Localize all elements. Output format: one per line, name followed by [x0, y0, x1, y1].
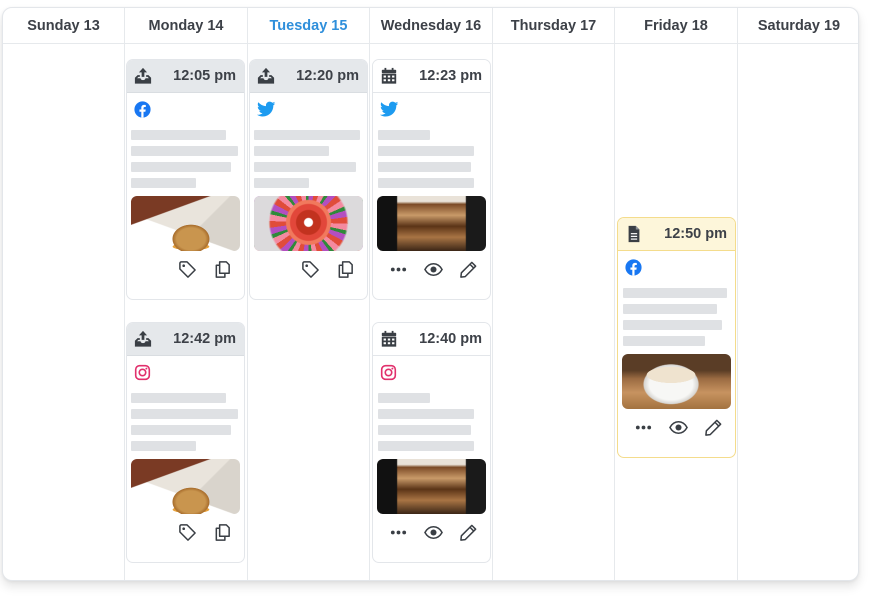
edit-pencil-icon[interactable]: [704, 418, 723, 437]
latte-photo[interactable]: [622, 354, 731, 409]
facebook-icon: [134, 101, 151, 118]
post-card-header: 12:42 pm: [127, 323, 244, 356]
post-card-published[interactable]: 12:05 pm: [126, 59, 245, 300]
day-header: Thursday 17: [493, 8, 614, 44]
post-card-header: 12:23 pm: [373, 60, 490, 93]
tag-icon[interactable]: [178, 260, 197, 279]
twitter-icon: [257, 101, 276, 118]
day-column-sunday[interactable]: Sunday 13: [3, 8, 125, 580]
tag-icon[interactable]: [178, 523, 197, 542]
day-header: Wednesday 16: [370, 8, 492, 44]
calendar-icon: [380, 330, 398, 348]
post-text-placeholder: [131, 130, 240, 188]
facebook-icon: [625, 259, 642, 276]
day-column-thursday[interactable]: Thursday 17: [493, 8, 615, 580]
more-options-icon[interactable]: [389, 260, 408, 279]
post-text-placeholder: [622, 288, 731, 346]
tag-icon[interactable]: [301, 260, 320, 279]
post-time: 12:05 pm: [173, 68, 236, 84]
edit-pencil-icon[interactable]: [459, 260, 478, 279]
day-column-saturday[interactable]: Saturday 19: [738, 8, 858, 580]
instagram-icon: [380, 364, 397, 381]
post-card-header: 12:20 pm: [250, 60, 367, 93]
post-time: 12:40 pm: [419, 331, 482, 347]
twitter-icon: [380, 101, 399, 118]
post-time: 12:42 pm: [173, 331, 236, 347]
iced-coffee-photo[interactable]: [377, 459, 486, 514]
post-card-published[interactable]: 12:42 pm: [126, 322, 245, 563]
post-card-header: 12:40 pm: [373, 323, 490, 356]
sandwich-photo[interactable]: [131, 459, 240, 514]
calendar-icon: [380, 67, 398, 85]
post-card-header: 12:05 pm: [127, 60, 244, 93]
preview-eye-icon[interactable]: [424, 260, 443, 279]
smoothie-photo[interactable]: [254, 196, 363, 251]
document-icon: [625, 225, 643, 243]
preview-eye-icon[interactable]: [669, 418, 688, 437]
preview-eye-icon[interactable]: [424, 523, 443, 542]
day-header-today: Tuesday 15: [248, 8, 369, 44]
post-text-placeholder: [377, 130, 486, 188]
post-card-header: 12:50 pm: [618, 218, 735, 251]
post-text-placeholder: [377, 393, 486, 451]
more-options-icon[interactable]: [389, 523, 408, 542]
duplicate-icon[interactable]: [213, 260, 232, 279]
post-time: 12:20 pm: [296, 68, 359, 84]
upload-tray-icon: [257, 67, 275, 85]
day-header: Friday 18: [615, 8, 737, 44]
upload-tray-icon: [134, 330, 152, 348]
duplicate-icon[interactable]: [336, 260, 355, 279]
post-card-published[interactable]: 12:20 pm: [249, 59, 368, 300]
upload-tray-icon: [134, 67, 152, 85]
iced-coffee-photo[interactable]: [377, 196, 486, 251]
post-text-placeholder: [131, 393, 240, 451]
post-time: 12:23 pm: [419, 68, 482, 84]
day-header: Monday 14: [125, 8, 247, 44]
more-options-icon[interactable]: [634, 418, 653, 437]
edit-pencil-icon[interactable]: [459, 523, 478, 542]
instagram-icon: [134, 364, 151, 381]
post-card-scheduled[interactable]: 12:40 pm: [372, 322, 491, 563]
post-text-placeholder: [254, 130, 363, 188]
post-card-draft[interactable]: 12:50 pm: [617, 217, 736, 458]
duplicate-icon[interactable]: [213, 523, 232, 542]
post-card-scheduled[interactable]: 12:23 pm: [372, 59, 491, 300]
post-time: 12:50 pm: [664, 226, 727, 242]
day-header: Sunday 13: [3, 8, 124, 44]
sandwich-photo[interactable]: [131, 196, 240, 251]
day-header: Saturday 19: [738, 8, 858, 44]
